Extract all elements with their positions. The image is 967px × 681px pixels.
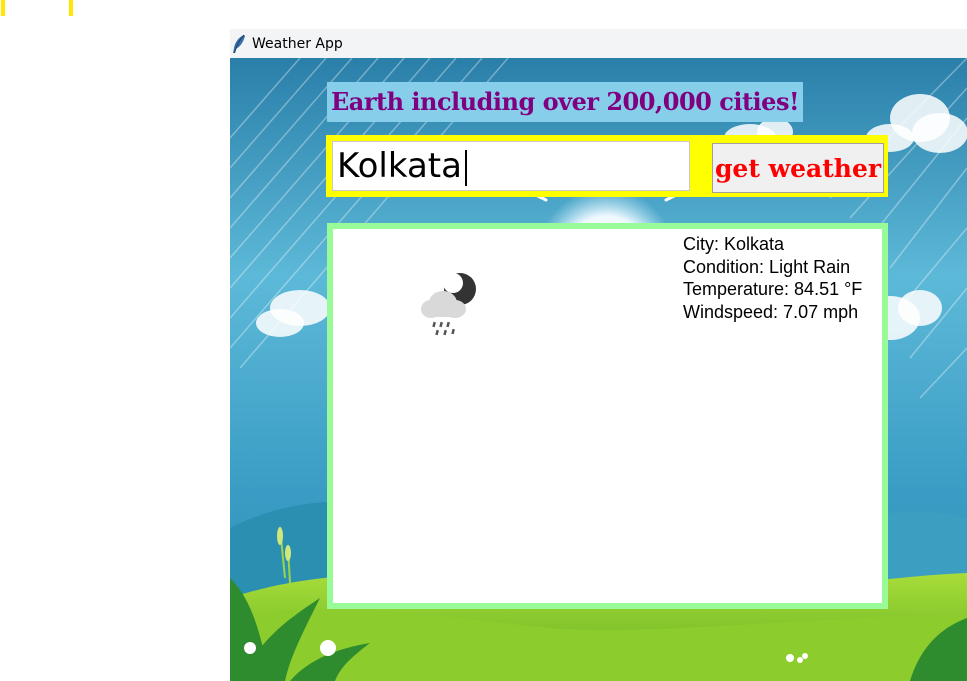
weather-info: City: Kolkata Condition: Light Rain Temp… (683, 233, 862, 323)
window-title: Weather App (252, 35, 343, 52)
weather-result-panel: City: Kolkata Condition: Light Rain Temp… (327, 223, 888, 609)
page: Weather App Earth including over 200,000… (0, 0, 967, 681)
text-caret (465, 150, 467, 186)
city-input[interactable] (332, 141, 690, 191)
search-frame: get weather (326, 135, 888, 197)
weather-app-window: Weather App Earth including over 200,000… (230, 29, 967, 681)
temperature-text: Temperature: 84.51 °F (683, 279, 863, 299)
yellow-mark-left (1, 0, 5, 16)
city-text: City: Kolkata (683, 234, 785, 254)
heading-label: Earth including over 200,000 cities! (327, 82, 803, 122)
get-weather-button[interactable]: get weather (712, 143, 884, 193)
yellow-mark-right (69, 0, 73, 16)
title-bar[interactable]: Weather App (230, 29, 967, 58)
rain-night-cloud-icon (421, 273, 476, 336)
windspeed-text: Windspeed: 7.07 mph (683, 301, 859, 322)
condition-text: Condition: Light Rain (683, 256, 851, 277)
feather-icon (233, 34, 245, 53)
